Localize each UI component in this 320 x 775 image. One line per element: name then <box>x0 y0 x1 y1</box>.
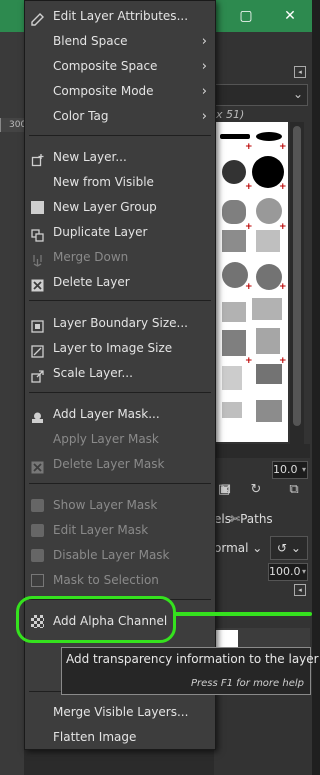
menu-item-duplicate-layer[interactable]: Duplicate Layer <box>25 220 215 245</box>
menu-item-merge-down[interactable]: Merge Down <box>25 245 215 270</box>
brush-size-label: x 51) <box>216 108 245 121</box>
menu-item-edit-layer-mask[interactable]: Edit Layer Mask <box>25 518 215 543</box>
brush-filter-dropdown[interactable]: ⌄ <box>214 84 308 106</box>
layer-to-image-icon <box>31 342 44 358</box>
new-layer-icon <box>31 151 44 167</box>
mask-to-selection-icon <box>31 574 44 587</box>
dock-tabs[interactable]: els ✄Paths <box>214 510 312 530</box>
menu-item-delete-layer-mask[interactable]: Delete Layer Mask <box>25 452 215 477</box>
brush-hscrollbar[interactable] <box>214 444 310 458</box>
menu-item-show-layer-mask[interactable]: Show Layer Mask <box>25 493 215 518</box>
tooltip: Add transparency information to the laye… <box>61 647 319 695</box>
menu-separator <box>29 392 211 393</box>
spacing-spinner[interactable]: 10.0 ▾ <box>272 461 308 479</box>
tab-paths[interactable]: ✄Paths <box>230 512 273 526</box>
menu-item-new-from-visible[interactable]: New from Visible <box>25 170 215 195</box>
checkbox-icon <box>31 524 44 537</box>
chevron-right-icon: › <box>201 34 207 49</box>
menu-item-disable-layer-mask[interactable]: Disable Layer Mask <box>25 543 215 568</box>
menu-item-new-layer-group[interactable]: New Layer Group <box>25 195 215 220</box>
spin-arrows-icon: ▾ <box>301 567 306 576</box>
menu-item-new-layer[interactable]: New Layer... <box>25 145 215 170</box>
highlight-annotation-tail <box>174 612 312 616</box>
mode-select[interactable]: ormal ⌄ <box>214 536 266 560</box>
maximize-icon[interactable]: ▢ <box>236 6 256 26</box>
merge-down-icon <box>31 251 44 267</box>
highlight-annotation <box>16 596 176 643</box>
menu-item-layer-boundary-size[interactable]: Layer Boundary Size... <box>25 311 215 336</box>
refresh-icon[interactable]: ↻ <box>246 480 266 500</box>
opacity-spinner[interactable]: 100.0 ▾ <box>268 563 308 581</box>
edit-attributes-icon <box>31 10 44 26</box>
menu-item-add-layer-mask[interactable]: Add Layer Mask... <box>25 402 215 427</box>
paths-icon: ✄ <box>230 512 241 526</box>
menu-separator <box>29 300 211 301</box>
delete-layer-icon <box>31 276 44 292</box>
composite-select[interactable]: ↺ ⌄ <box>270 536 308 560</box>
scrollbar-thumb[interactable] <box>293 126 301 426</box>
chevron-right-icon: › <box>201 59 207 74</box>
tooltip-text: Add transparency information to the laye… <box>66 652 319 666</box>
brush-scrollbar[interactable] <box>290 122 304 444</box>
add-mask-icon <box>31 408 44 423</box>
menu-item-composite-space[interactable]: Composite Space › <box>25 54 215 79</box>
menu-item-merge-visible-layers[interactable]: Merge Visible Layers... <box>25 700 215 725</box>
delete-brush-icon[interactable]: ⊠ <box>216 480 236 500</box>
chevron-down-icon: ⌄ <box>292 87 303 101</box>
chevron-down-icon: ⌄ <box>252 541 263 555</box>
spin-arrows-icon: ▾ <box>301 465 306 474</box>
checkbox-icon <box>31 549 44 562</box>
mode-row: ormal ⌄ ↺ ⌄ <box>214 536 310 562</box>
close-icon[interactable]: ✕ <box>280 6 300 26</box>
reset-icon: ↺ <box>277 541 288 555</box>
menu-separator <box>29 483 211 484</box>
menu-item-apply-layer-mask[interactable]: Apply Layer Mask <box>25 427 215 452</box>
menu-item-layer-to-image-size[interactable]: Layer to Image Size <box>25 336 215 361</box>
layer-boundary-icon <box>31 317 44 333</box>
scale-layer-icon <box>31 367 44 383</box>
menu-item-color-tag[interactable]: Color Tag › <box>25 104 215 129</box>
brush-actions: ▣ ⊠ ↻ ⧉ <box>214 480 310 502</box>
chevron-right-icon: › <box>201 109 207 124</box>
menu-item-blend-space[interactable]: Blend Space › <box>25 29 215 54</box>
menu-separator <box>29 135 211 136</box>
menu-item-scale-layer[interactable]: Scale Layer... <box>25 361 215 386</box>
chevron-right-icon: › <box>201 84 207 99</box>
panel-menu-icon[interactable]: ◂ <box>294 66 306 78</box>
tab-channels[interactable]: els <box>214 512 231 526</box>
menu-item-delete-layer[interactable]: Delete Layer <box>25 270 215 295</box>
menu-item-composite-mode[interactable]: Composite Mode › <box>25 79 215 104</box>
new-layer-group-icon <box>31 201 44 214</box>
brush-grid[interactable]: + + + + + + + + + + <box>216 122 288 442</box>
checkbox-icon <box>31 499 44 512</box>
open-as-image-icon[interactable]: ⧉ <box>284 480 304 500</box>
menu-item-edit-layer-attributes[interactable]: Edit Layer Attributes... <box>25 4 215 29</box>
tooltip-help-hint: Press F1 for more help <box>190 678 304 689</box>
toolbox-strip <box>0 32 24 775</box>
duplicate-layer-icon <box>31 226 44 242</box>
menu-item-flatten-image[interactable]: Flatten Image <box>25 725 215 750</box>
panel-menu-icon[interactable]: ◂ <box>294 584 306 596</box>
delete-mask-icon <box>31 458 44 474</box>
menu-item-mask-to-selection[interactable]: Mask to Selection <box>25 568 215 593</box>
